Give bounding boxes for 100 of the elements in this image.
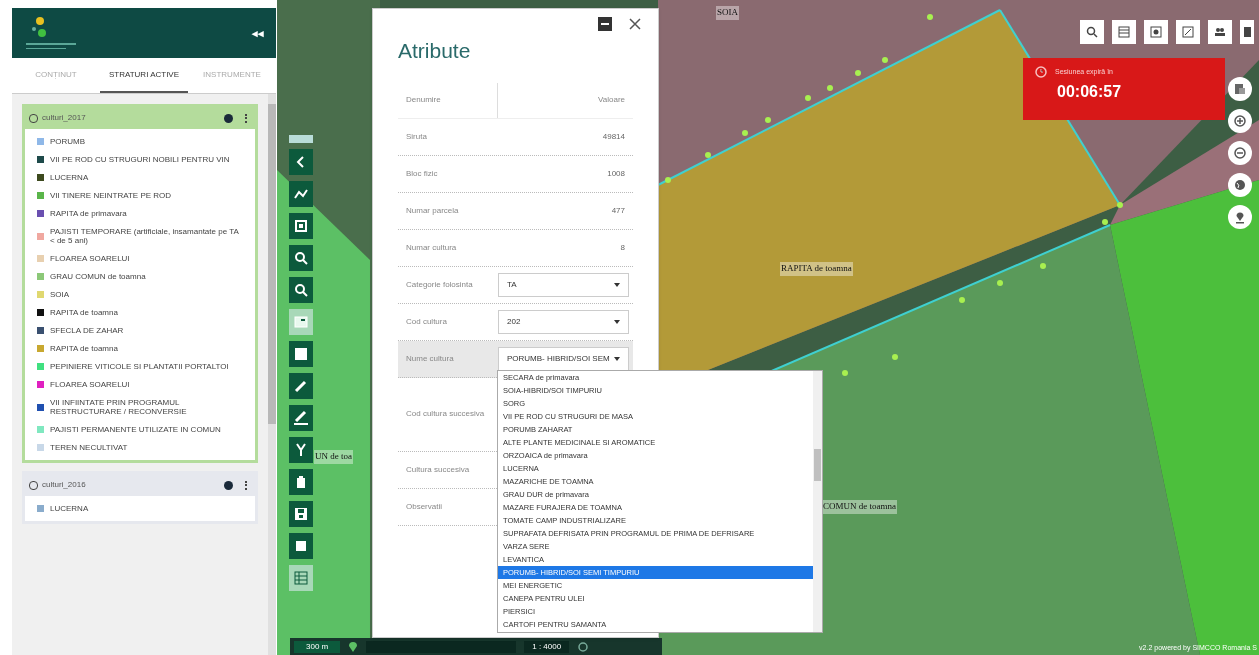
measure-line-button[interactable] — [288, 181, 313, 207]
layer-name: culturi_2017 — [42, 112, 87, 124]
close-button[interactable] — [628, 17, 642, 31]
caret-icon — [614, 282, 620, 287]
map-label: RAPITA de toamna — [780, 262, 853, 276]
legend-label: VII TINERE NEINTRATE PE ROD — [50, 191, 172, 200]
toolbar-handle — [288, 135, 313, 143]
magnifier-icon — [293, 251, 308, 265]
minus-icon — [601, 23, 609, 25]
list-icon — [1118, 26, 1130, 38]
clock-icon — [1035, 66, 1047, 78]
field-value: 477 — [610, 204, 626, 217]
select-field[interactable]: PORUMB- HIBRID/SOI SEM — [498, 346, 629, 371]
pencil-icon — [293, 379, 308, 393]
settings-button[interactable] — [1144, 20, 1168, 44]
sidebar-tab[interactable]: STRATURI ACTIVE — [100, 58, 188, 93]
field-value: 1008 — [606, 167, 626, 180]
field-label: Siruta — [405, 130, 428, 143]
crosshair-icon — [577, 640, 590, 653]
settings-icon — [1150, 26, 1162, 38]
search-button[interactable] — [288, 277, 313, 303]
legend-label: FLOAREA SOARELUI — [50, 254, 130, 263]
square-icon — [295, 541, 306, 551]
field-label: Nume cultura — [405, 352, 455, 365]
legend-label: LUCERNA — [50, 504, 89, 513]
layer-name: culturi_2016 — [42, 479, 87, 491]
measure-area-button[interactable] — [288, 213, 313, 239]
trash-icon — [294, 475, 307, 489]
edit-button[interactable] — [288, 373, 313, 399]
legend-label: SOIA — [50, 290, 70, 299]
search-button[interactable] — [1080, 20, 1104, 44]
zigzag-line-icon — [293, 189, 308, 199]
field-label: Observatii — [405, 500, 443, 513]
select-field[interactable]: TA — [498, 272, 629, 297]
minimize-button[interactable] — [598, 17, 612, 31]
stop-button[interactable] — [288, 533, 313, 559]
field-label: Categorie folosinta — [405, 278, 474, 291]
close-icon — [629, 18, 641, 30]
legend-label: GRAU COMUN de toamna — [50, 272, 146, 281]
chevron-left-icon — [295, 156, 306, 168]
search-icon — [1086, 26, 1098, 38]
scale-label: 300 m — [294, 640, 341, 653]
legend-label: RAPITA de primavara — [50, 209, 127, 218]
delete-button[interactable] — [288, 469, 313, 495]
legend-label: PAJISTI PERMANENTE UTILIZATE IN COMUN — [50, 425, 221, 434]
legend-label: PEPINIERE VITICOLE SI PLANTATII PORTALTOI — [50, 362, 229, 371]
table-button[interactable] — [288, 565, 313, 591]
save-button[interactable] — [288, 501, 313, 527]
scrollbar[interactable] — [268, 94, 276, 655]
field-label: Cultura succesiva — [405, 463, 471, 476]
caret-icon — [614, 319, 620, 324]
users-icon — [1214, 26, 1226, 38]
image-icon — [1182, 26, 1194, 38]
select-field[interactable]: 202 — [498, 309, 629, 334]
image-button[interactable] — [1176, 20, 1200, 44]
globe-icon — [1234, 179, 1246, 191]
field-label: Numar parcela — [405, 204, 460, 217]
map-label: SOIA — [716, 6, 739, 20]
zoom-extent-button[interactable] — [288, 245, 313, 271]
search-icon — [293, 283, 308, 297]
field-value: 8 — [619, 241, 626, 254]
map-label: COMUN de toamna — [822, 500, 897, 514]
pencil-line-icon — [292, 410, 309, 426]
collapse-button[interactable]: ◂◂ — [252, 24, 264, 42]
list-button[interactable] — [1112, 20, 1136, 44]
location-pin-icon — [1235, 210, 1245, 224]
draw-line-button[interactable] — [288, 405, 313, 431]
legend-label: TEREN NECULTIVAT — [50, 443, 128, 452]
split-button[interactable] — [288, 437, 313, 463]
location-pin-icon — [348, 640, 359, 653]
visibility-toggle[interactable] — [224, 480, 233, 490]
select-button[interactable] — [288, 341, 313, 367]
legend-label: VII PE ROD CU STRUGURI NOBILI PENTRU VIN — [50, 155, 230, 164]
legend-label: RAPITA de toamna — [50, 344, 118, 353]
layer-icon — [29, 113, 38, 123]
map-label: UN de toa — [314, 450, 353, 464]
tool-button[interactable] — [1240, 20, 1254, 44]
legend-label: PAJISTI TEMPORARE (artificiale, insamantate pe TA < de 5 ani) — [50, 227, 240, 245]
field-label: Cod cultura succesiva — [405, 408, 486, 420]
column-header: Denumire — [398, 82, 498, 118]
split-icon — [293, 443, 308, 457]
card-icon — [293, 316, 308, 328]
legend-label: SFECLA DE ZAHAR — [50, 326, 124, 335]
square-icon — [293, 347, 308, 361]
layers-icon — [1234, 83, 1246, 95]
users-button[interactable] — [1208, 20, 1232, 44]
field-label: Numar cultura — [405, 241, 458, 254]
legend-label: VII INFIINTATE PRIN PROGRAMUL RESTRUCTURARE / RECONVERSIE — [50, 398, 188, 416]
legend-label: PORUMB — [50, 137, 86, 146]
scrollbar[interactable] — [813, 371, 822, 632]
back-button[interactable] — [288, 149, 313, 175]
legend-label: LUCERNA — [50, 173, 89, 182]
scale-ratio: 1 : 4000 — [524, 640, 570, 653]
zoom-in-icon — [1234, 115, 1246, 127]
layer-icon — [29, 480, 38, 490]
field-label: Bloc fizic — [405, 167, 439, 180]
legend-label: FLOAREA SOARELUI — [50, 380, 130, 389]
zoom-out-icon — [1234, 147, 1246, 159]
visibility-toggle[interactable] — [224, 113, 233, 123]
session-countdown: 00:06:57 — [1057, 82, 1123, 102]
